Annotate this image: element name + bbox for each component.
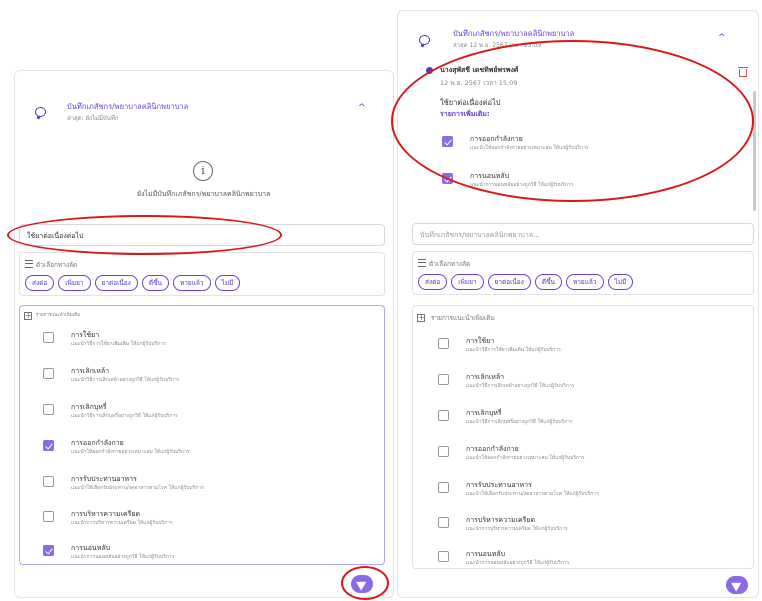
chip-continue-drug[interactable]: ยาต่อเนื่อง [487, 274, 531, 290]
item-checkbox[interactable] [438, 517, 449, 528]
scrollbar[interactable] [753, 91, 756, 211]
item-desc: แนะนำให้ออกกำลังกายอย่างเหมาะสม ให้แก่ผู… [71, 449, 190, 455]
chip-better[interactable]: ดีขึ้น [534, 274, 562, 290]
item-checkbox[interactable] [438, 338, 449, 349]
panel-title: บันทึกเภสัชกร/พยาบาลคลินิกพยาบาล [67, 102, 189, 111]
item-checkbox-checked [442, 173, 453, 184]
chip-better[interactable]: ดีขึ้น [141, 275, 169, 291]
note-datetime: 12 พ.ย. 2567 เวลา 15:09 [440, 79, 518, 87]
shortcut-options-title: ตัวเลือกทางลัด [429, 260, 471, 268]
item-checkbox[interactable] [43, 368, 54, 379]
chip-none[interactable]: ไม่มี [607, 274, 634, 290]
panel-subtitle: ล่าสุด 12 พ.ย. 2567 เวลา 15:09 [453, 42, 542, 49]
item-checkbox[interactable] [43, 404, 54, 415]
item-desc: แนะนำวิธีการเลิกบุหรี่อย่างถูกวิธี ให้แก… [71, 413, 178, 419]
item-desc: แนะนำให้เลือกรับประทาน/งดอาหารตามโรค ให้… [466, 491, 599, 497]
right-note-panel: บันทึกเภสัชกร/พยาบาลคลินิกพยาบาล ล่าสุด … [397, 10, 759, 598]
item-desc: แนะนำวิธีการใช้ยาเพิ่มเติม ให้แก่ผู้รับบ… [71, 341, 166, 347]
recommend-title: รายการแนะนำเพิ่มเติม [36, 313, 81, 318]
chip-recovered[interactable]: หายแล้ว [565, 274, 604, 290]
chip-refer[interactable]: ส่งต่อ [25, 275, 55, 291]
recommend-list: + รายการแนะนำเพิ่มเติม การใช้ยา แนะนำวิธ… [412, 305, 754, 569]
empty-message: ยังไม่มีบันทึกเภสัชกร/พยาบาลคลินิกพยาบาล [137, 190, 271, 198]
item-desc: แนะนำให้ออกกำลังกายอย่างเหมาะสม ให้แก่ผู… [466, 455, 585, 461]
item-desc: แนะนำวิธีการเลิกบุหรี่อย่างถูกวิธี ให้แก… [466, 419, 573, 425]
note-text: ใช้ยาต่อเนื่องต่อไป [440, 98, 501, 107]
chip-add-drug[interactable]: เพิ่มยา [451, 274, 484, 290]
item-checkbox[interactable] [43, 476, 54, 487]
send-button[interactable] [726, 576, 748, 594]
chip-recovered[interactable]: หายแล้ว [172, 275, 211, 291]
item-desc: แนะนำการบริหารความเครียด ให้แก่ผู้รับบริ… [71, 520, 173, 526]
info-icon: i [193, 161, 213, 181]
panel-subtitle: ล่าสุด: ยังไม่มีบันทึก [67, 115, 119, 122]
delete-icon[interactable] [738, 67, 748, 77]
item-checkbox-checked [442, 136, 453, 147]
item-checkbox-checked[interactable] [43, 545, 54, 556]
note-input[interactable]: ใช้ยาต่อเนื่องต่อไป [19, 224, 385, 246]
chip-refer[interactable]: ส่งต่อ [418, 274, 448, 290]
note-extra-label: รายการเพิ่มเติม: [440, 110, 490, 118]
item-checkbox[interactable] [438, 410, 449, 421]
shortcut-options-title: ตัวเลือกทางลัด [36, 261, 78, 269]
item-checkbox[interactable] [438, 551, 449, 562]
chat-icon [35, 107, 46, 117]
shortcut-chips: ส่งต่อ เพิ่มยา ยาต่อเนื่อง ดีขึ้น หายแล้… [25, 275, 241, 291]
item-checkbox[interactable] [43, 332, 54, 343]
list-icon [418, 259, 426, 267]
item-checkbox[interactable] [438, 446, 449, 457]
item-desc: แนะนำการนอนหลับอย่างถูกวิธี ให้แก่ผู้รับ… [71, 554, 175, 560]
item-desc: แนะนำวิธีการเลิกเหล้าอย่างถูกวิธี ให้แก่… [71, 377, 180, 383]
left-note-panel: บันทึกเภสัชกร/พยาบาลคลินิกพยาบาล ล่าสุด:… [14, 70, 394, 598]
chat-icon [419, 35, 430, 45]
panel-title: บันทึกเภสัชกร/พยาบาลคลินิกพยาบาล [453, 29, 575, 38]
send-button[interactable] [351, 575, 373, 593]
recommend-list: + รายการแนะนำเพิ่มเติม การใช้ยา แนะนำวิธ… [19, 305, 385, 565]
item-desc: แนะนำให้เลือกรับประทาน/งดอาหารตามโรค ให้… [71, 485, 204, 491]
shortcut-chips: ส่งต่อ เพิ่มยา ยาต่อเนื่อง ดีขึ้น หายแล้… [418, 274, 634, 290]
recommend-title: รายการแนะนำเพิ่มเติม [431, 314, 495, 322]
shortcut-options: ตัวเลือกทางลัด ส่งต่อ เพิ่มยา ยาต่อเนื่อ… [412, 251, 754, 295]
chip-none[interactable]: ไม่มี [214, 275, 241, 291]
item-checkbox[interactable] [438, 482, 449, 493]
item-desc: แนะนำให้ออกกำลังกายอย่างเหมาะสม ให้แก่ผู… [470, 145, 589, 151]
collapse-caret-icon[interactable]: ^ [358, 103, 366, 113]
expand-icon[interactable]: + [417, 314, 425, 322]
note-input[interactable]: บันทึกเภสัชกร/พยาบาลคลินิกพยาบาล... [412, 223, 754, 245]
note-author-dot [426, 67, 433, 74]
item-desc: แนะนำวิธีการเลิกเหล้าอย่างถูกวิธี ให้แก่… [466, 383, 575, 389]
item-desc: แนะนำการนอนหลับอย่างถูกวิธี ให้แก่ผู้รับ… [466, 560, 570, 566]
item-checkbox[interactable] [438, 374, 449, 385]
chip-add-drug[interactable]: เพิ่มยา [58, 275, 91, 291]
note-author: นางสุพัสชี เดชทิพย์พรพงศ์ [440, 66, 519, 74]
chip-continue-drug[interactable]: ยาต่อเนื่อง [94, 275, 138, 291]
expand-icon[interactable]: + [24, 312, 32, 320]
list-icon [25, 260, 33, 268]
collapse-caret-icon[interactable]: ^ [718, 33, 726, 43]
shortcut-options: ตัวเลือกทางลัด ส่งต่อ เพิ่มยา ยาต่อเนื่อ… [19, 252, 385, 296]
item-desc: แนะนำการบริหารความเครียด ให้แก่ผู้รับบริ… [466, 526, 568, 532]
item-checkbox[interactable] [43, 511, 54, 522]
item-checkbox-checked[interactable] [43, 440, 54, 451]
item-desc: แนะนำวิธีการใช้ยาเพิ่มเติม ให้แก่ผู้รับบ… [466, 347, 561, 353]
item-desc: แนะนำการนอนหลับอย่างถูกวิธี ให้แก่ผู้รับ… [470, 182, 574, 188]
